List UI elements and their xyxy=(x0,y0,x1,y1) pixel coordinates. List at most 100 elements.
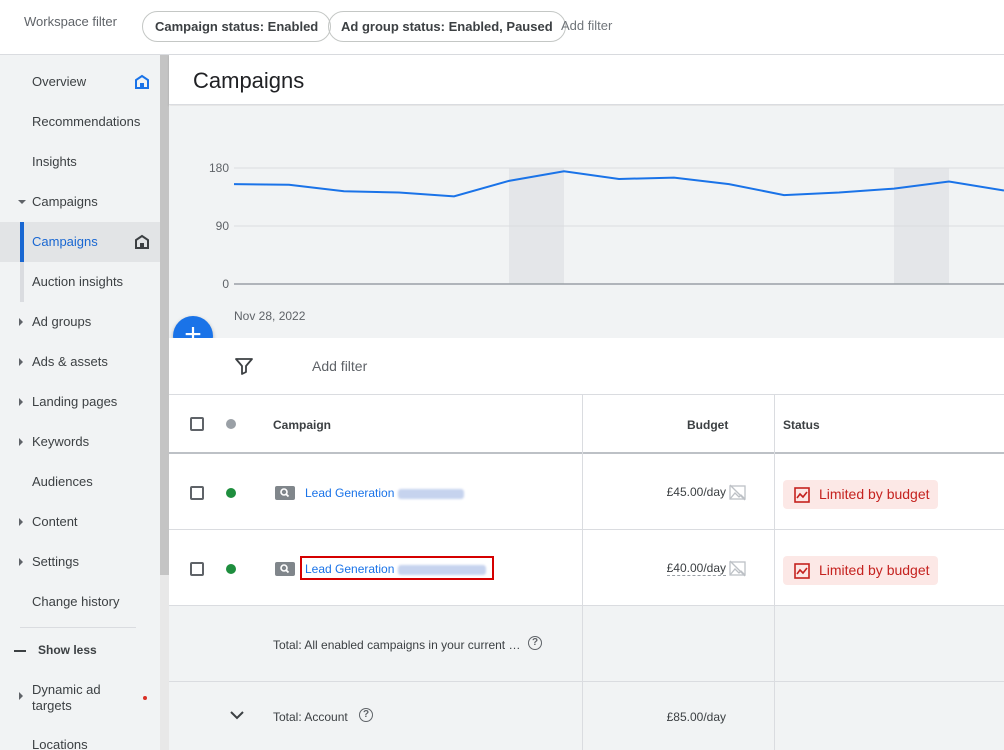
table-filter-row: Add filter xyxy=(169,338,1004,395)
sidebar-nav: Overview Recommendations Insights Campai… xyxy=(0,55,160,750)
sidebar-item-label: Recommendations xyxy=(32,114,141,129)
total-row-account: Total: Account ? £85.00/day xyxy=(169,682,1004,750)
status-dot-header xyxy=(226,419,236,429)
performance-chart: 0 90 180 Nov 28, 2022 xyxy=(169,106,1004,338)
sidebar-item-label: Content xyxy=(32,514,78,529)
sidebar-item-keywords[interactable]: Keywords xyxy=(0,422,160,462)
caret-right-icon xyxy=(19,358,23,366)
page-title: Campaigns xyxy=(193,68,305,93)
column-divider xyxy=(582,395,583,750)
total-budget-value: £85.00/day xyxy=(666,710,726,724)
sidebar-item-label: Keywords xyxy=(32,434,90,449)
campaign-name: Lead Generation xyxy=(305,486,395,500)
sidebar-item-label: Insights xyxy=(32,154,77,169)
sidebar-item-ads-assets[interactable]: Ads & assets xyxy=(0,342,160,382)
sidebar-item-campaigns-group[interactable]: Campaigns xyxy=(0,182,160,222)
total-row-enabled: Total: All enabled campaigns in your cur… xyxy=(169,606,1004,682)
row-checkbox[interactable] xyxy=(190,562,204,576)
ad-group-status-chip[interactable]: Ad group status: Enabled, Paused xyxy=(328,11,566,42)
sidebar-item-overview[interactable]: Overview xyxy=(0,62,160,102)
sidebar-item-label: Campaigns xyxy=(32,234,98,249)
budget-value[interactable]: £40.00/day xyxy=(666,561,726,576)
page-header: Campaigns xyxy=(169,55,1004,105)
sidebar-item-recommendations[interactable]: Recommendations xyxy=(0,102,160,142)
help-icon[interactable]: ? xyxy=(359,708,373,722)
limited-by-budget-status[interactable]: Limited by budget xyxy=(783,556,938,585)
notification-dot xyxy=(143,696,147,700)
x-tick-label: Nov 28, 2022 xyxy=(234,309,306,323)
sidebar-item-label: Auction insights xyxy=(32,274,124,289)
help-icon[interactable]: ? xyxy=(528,636,542,650)
sidebar-item-locations[interactable]: Locations xyxy=(32,737,88,750)
enabled-status-dot[interactable] xyxy=(226,488,236,498)
sidebar-item-landing-pages[interactable]: Landing pages xyxy=(0,382,160,422)
search-campaign-icon xyxy=(275,562,295,576)
caret-right-icon xyxy=(19,518,23,526)
sidebar-item-dynamic-ad-targets[interactable]: Dynamic ad targets xyxy=(32,682,132,714)
sidebar-item-change-history[interactable]: Change history xyxy=(0,582,160,622)
sidebar-item-label: Audiences xyxy=(32,474,93,489)
trend-chart-icon xyxy=(794,563,810,579)
caret-right-icon xyxy=(19,398,23,406)
workspace-filter-bar: Workspace filter Campaign status: Enable… xyxy=(0,0,1004,55)
highlight-box xyxy=(300,556,494,580)
sidebar-item-campaigns[interactable]: Campaigns xyxy=(0,222,160,262)
sidebar-divider xyxy=(20,627,136,628)
budget-text: £40.00/day xyxy=(666,561,726,576)
show-less-label: Show less xyxy=(38,643,97,657)
column-header-status[interactable]: Status xyxy=(783,418,820,432)
y-tick-label: 0 xyxy=(222,277,229,291)
chart-svg: 0 90 180 Nov 28, 2022 xyxy=(209,161,1004,323)
chevron-down-icon[interactable] xyxy=(230,711,244,720)
sidebar-item-label: Ad groups xyxy=(32,314,92,329)
sidebar-item-label: Overview xyxy=(32,74,87,89)
column-divider xyxy=(774,395,775,750)
select-all-checkbox[interactable] xyxy=(190,417,204,431)
workspace-filter-label: Workspace filter xyxy=(24,14,117,29)
caret-right-icon xyxy=(19,318,23,326)
series-line[interactable] xyxy=(233,170,1004,198)
home-icon xyxy=(135,234,149,249)
sidebar-item-content[interactable]: Content xyxy=(0,502,160,542)
sidebar-item-ad-groups[interactable]: Ad groups xyxy=(0,302,160,342)
campaign-name-link[interactable]: Lead Generation xyxy=(305,486,465,500)
enabled-status-dot[interactable] xyxy=(226,564,236,574)
trend-chart-icon xyxy=(794,487,810,503)
search-campaign-icon xyxy=(275,486,295,500)
table-row: Lead Generation £45.00/day Limited by bu… xyxy=(169,454,1004,530)
sidebar-item-auction-insights[interactable]: Auction insights xyxy=(0,262,160,302)
sidebar-item-audiences[interactable]: Audiences xyxy=(0,462,160,502)
add-filter-button[interactable]: Add filter xyxy=(312,358,367,374)
caret-right-icon xyxy=(19,692,23,700)
y-tick-label: 90 xyxy=(216,219,230,233)
total-label: Total: All enabled campaigns in your cur… xyxy=(273,638,521,652)
status-label: Limited by budget xyxy=(819,486,930,502)
row-checkbox[interactable] xyxy=(190,486,204,500)
show-less-button[interactable]: Show less xyxy=(14,640,97,660)
y-tick-label: 180 xyxy=(209,161,229,175)
add-filter-link[interactable]: Add filter xyxy=(561,18,612,33)
sidebar-item-settings[interactable]: Settings xyxy=(0,542,160,582)
limited-by-budget-status[interactable]: Limited by budget xyxy=(783,480,938,509)
budget-value[interactable]: £45.00/day xyxy=(667,485,726,499)
minus-icon xyxy=(14,649,26,652)
edit-budget-icon[interactable] xyxy=(729,484,746,501)
redacted-text xyxy=(398,488,465,499)
caret-right-icon xyxy=(19,438,23,446)
edit-budget-icon[interactable] xyxy=(729,560,746,577)
sidebar-item-insights[interactable]: Insights xyxy=(0,142,160,182)
filter-icon[interactable] xyxy=(235,357,253,375)
home-icon xyxy=(135,74,149,89)
total-label: Total: Account xyxy=(273,710,348,724)
campaigns-table: Campaign Budget Status Lead Generation £… xyxy=(169,395,1004,750)
table-header-row: Campaign Budget Status xyxy=(169,395,1004,454)
campaign-status-chip[interactable]: Campaign status: Enabled xyxy=(142,11,332,42)
sidebar-scrollbar-thumb[interactable] xyxy=(160,55,169,575)
caret-down-icon xyxy=(18,200,26,204)
sidebar-item-label: Ads & assets xyxy=(32,354,108,369)
sidebar-item-label: Campaigns xyxy=(32,194,98,209)
column-header-campaign[interactable]: Campaign xyxy=(273,418,331,432)
column-header-budget[interactable]: Budget xyxy=(687,418,728,432)
sidebar-item-label: Settings xyxy=(32,554,79,569)
sidebar-item-label: Landing pages xyxy=(32,394,118,409)
